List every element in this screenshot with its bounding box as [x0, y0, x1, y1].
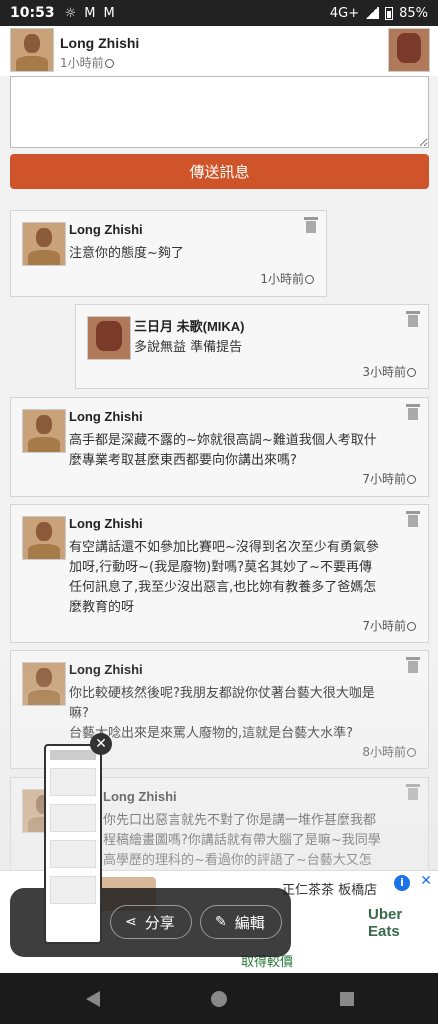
trash-icon[interactable] — [304, 217, 318, 233]
comment-time: 8小時前 — [362, 743, 416, 760]
back-icon[interactable] — [86, 991, 100, 1007]
comment-text: 你比較硬核然後呢?我朋友都說你仗著台藝大很大咖是 嘛? 台藝大唸出來是來罵人廢物的,… — [69, 686, 375, 741]
comment-time: 7小時前 — [362, 470, 416, 487]
message-input[interactable] — [10, 76, 429, 148]
ad-brand: Uber Eats — [368, 906, 403, 940]
home-icon[interactable] — [211, 991, 227, 1007]
share-label: 分享 — [144, 913, 175, 932]
trash-icon[interactable] — [406, 657, 420, 673]
comment-author[interactable]: Long Zhishi — [69, 409, 143, 424]
trash-icon[interactable] — [406, 311, 420, 327]
clock-icon — [407, 622, 416, 631]
send-message-button[interactable]: 傳送訊息 — [10, 154, 429, 189]
avatar[interactable] — [22, 222, 66, 266]
avatar[interactable] — [10, 28, 54, 72]
battery-level: 85% — [399, 5, 428, 21]
screenshot-preview[interactable] — [44, 744, 102, 944]
gmail-icon-2: M — [103, 5, 115, 21]
comment-text: 你先口出惡言就先不對了你是講一堆作甚麼我都 程稿繪畫圖嗎?你講話就有帶大腦了是嘛~… — [103, 813, 381, 868]
avatar[interactable] — [22, 409, 66, 453]
ad-close-icon[interactable]: ✕ — [420, 873, 432, 889]
network-type: 4G+ — [329, 5, 360, 21]
comment-author[interactable]: Long Zhishi — [69, 516, 143, 531]
comment-time: 3小時前 — [362, 363, 416, 380]
clock-icon — [407, 368, 416, 377]
comment-card: 三日月 未歌(MIKA) 多說無益 準備提告 3小時前 — [75, 304, 429, 389]
comment-time: 7小時前 — [362, 617, 416, 634]
avatar[interactable] — [22, 516, 66, 560]
edit-label: 編輯 — [234, 913, 265, 932]
status-time: 10:53 — [10, 5, 55, 21]
comment-card: Long Zhishi 高手都是深藏不露的~妳就很高調~難道我個人考取什 麼專業考… — [10, 397, 429, 497]
comment-time: 1小時前 — [260, 270, 314, 287]
trash-icon[interactable] — [406, 784, 420, 800]
gmail-icon: M — [84, 5, 96, 21]
comment-author[interactable]: Long Zhishi — [103, 789, 177, 804]
navigation-bar — [0, 973, 438, 1024]
recents-icon[interactable] — [340, 992, 354, 1006]
share-button[interactable]: ⋖ 分享 — [110, 905, 192, 939]
trash-icon[interactable] — [406, 511, 420, 527]
close-icon[interactable]: ✕ — [90, 733, 112, 755]
brightness-icon: ☼ — [64, 5, 77, 21]
battery-icon — [385, 6, 394, 20]
clock-icon — [407, 475, 416, 484]
artwork-thumbnail[interactable] — [388, 28, 430, 72]
comment-text: 多說無益 準備提告 — [134, 340, 243, 355]
header-name[interactable]: Long Zhishi — [60, 35, 139, 51]
avatar[interactable] — [87, 316, 131, 360]
comment-author[interactable]: Long Zhishi — [69, 222, 143, 237]
clock-icon — [305, 275, 314, 284]
status-bar: 10:53 ☼ M M 4G+ 85% — [0, 0, 438, 26]
clock-icon — [407, 748, 416, 757]
signal-icon — [365, 7, 380, 19]
comment-author[interactable]: Long Zhishi — [69, 662, 143, 677]
comment-card: Long Zhishi 有空講話還不如參加比賽吧~沒得到名次至少有勇氣參 加呀,行… — [10, 504, 429, 643]
comment-author[interactable]: 三日月 未歌(MIKA) — [134, 316, 245, 335]
header-time: 1小時前 — [60, 54, 114, 71]
share-icon: ⋖ — [125, 914, 137, 930]
edit-button[interactable]: ✎ 編輯 — [200, 905, 282, 939]
trash-icon[interactable] — [406, 404, 420, 420]
ad-title[interactable]: 正仁茶茶 板橋店 — [282, 879, 377, 898]
ad-info-icon[interactable]: i — [394, 875, 410, 891]
comment-text: 高手都是深藏不露的~妳就很高調~難道我個人考取什 麼專業考取甚麼東西都要向你講出來… — [69, 433, 377, 468]
comment-text: 注意你的態度~夠了 — [69, 246, 184, 261]
pencil-icon: ✎ — [215, 914, 227, 930]
profile-header: Long Zhishi 1小時前 — [0, 26, 438, 76]
clock-icon — [104, 59, 114, 68]
comment-text: 有空講話還不如參加比賽吧~沒得到名次至少有勇氣參 加呀,行動呀~(我是廢物)對嗎?… — [69, 540, 379, 615]
avatar[interactable] — [22, 662, 66, 706]
comment-card: Long Zhishi 注意你的態度~夠了 1小時前 — [10, 210, 327, 297]
